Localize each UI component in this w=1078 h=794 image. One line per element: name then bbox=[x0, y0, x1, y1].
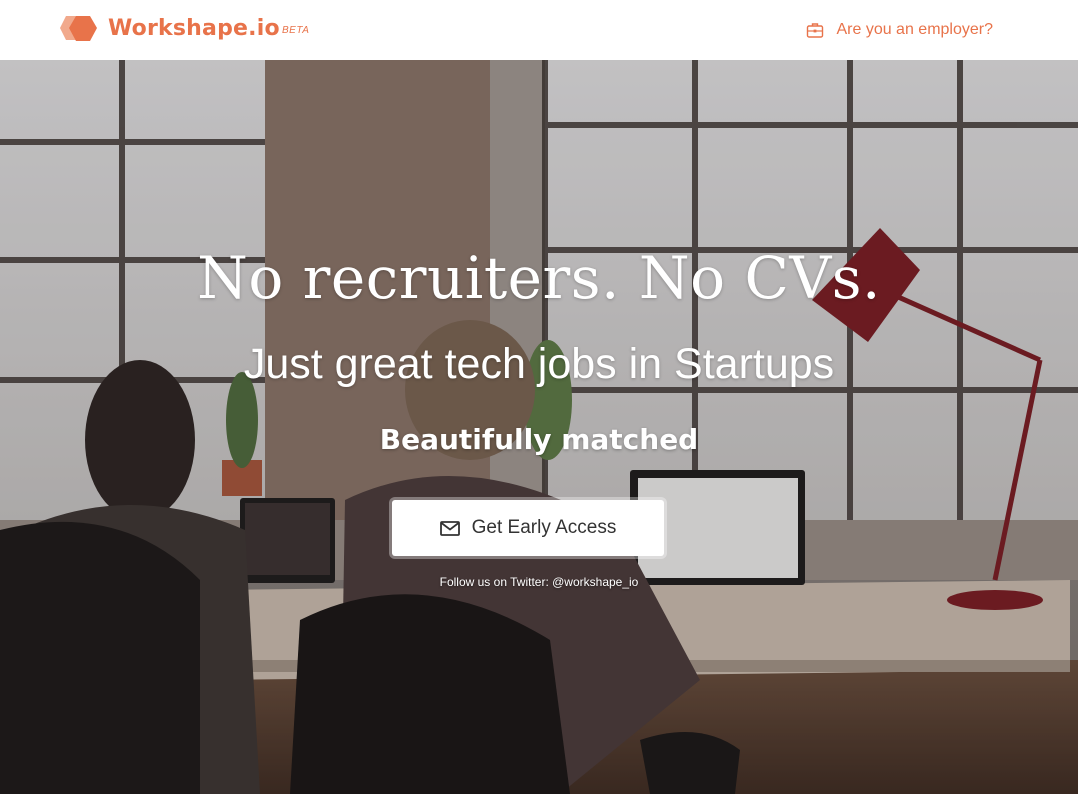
hero-section: No recruiters. No CVs. Just great tech j… bbox=[0, 60, 1078, 794]
employer-link-label: Are you an employer? bbox=[836, 21, 993, 38]
twitter-handle-link[interactable]: @workshape_io bbox=[552, 575, 638, 589]
envelope-icon bbox=[439, 520, 460, 536]
brand-name[interactable]: Workshape.io bbox=[108, 14, 280, 44]
beta-badge: BETA bbox=[282, 25, 310, 36]
top-navbar: Workshape.io BETA Are you an employer? bbox=[0, 0, 1078, 60]
twitter-follow-text: Follow us on Twitter: @workshape_io bbox=[0, 574, 1078, 590]
employer-link[interactable]: Are you an employer? bbox=[806, 18, 993, 42]
briefcase-icon bbox=[807, 23, 824, 38]
twitter-prefix: Follow us on Twitter: bbox=[439, 575, 553, 589]
hero-tagline: Beautifully matched bbox=[379, 423, 699, 456]
get-early-access-label: Get Early Access bbox=[471, 517, 617, 538]
hero-subheadline: Just great tech jobs in Startups bbox=[243, 340, 835, 388]
hexagon-logo-icon[interactable] bbox=[59, 14, 101, 44]
get-early-access-button[interactable]: Get Early Access bbox=[392, 500, 664, 556]
hero-headline: No recruiters. No CVs. bbox=[197, 244, 881, 312]
